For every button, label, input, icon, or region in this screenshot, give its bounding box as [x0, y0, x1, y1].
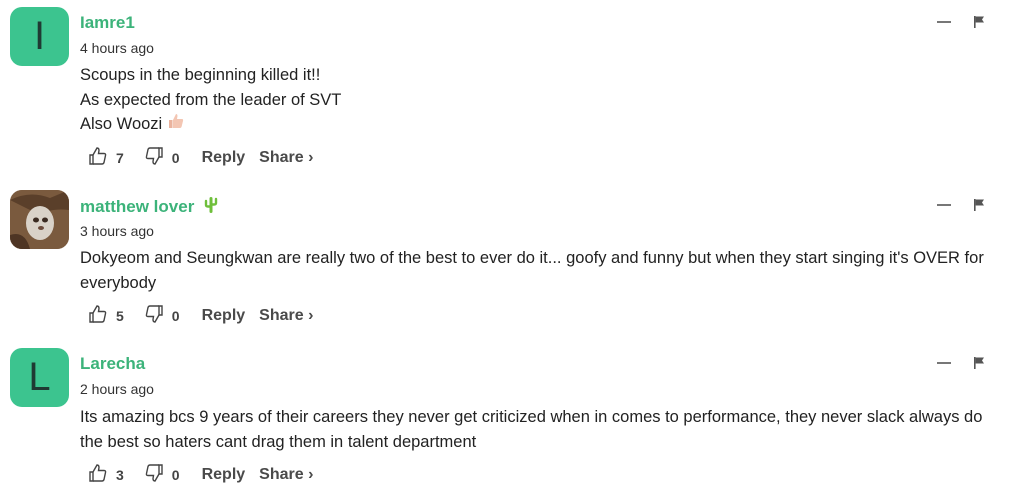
- dislike-count: 0: [171, 150, 180, 166]
- username[interactable]: matthew lover: [80, 196, 219, 219]
- like-button[interactable]: 3: [88, 463, 124, 487]
- dislike-button[interactable]: 0: [144, 463, 180, 487]
- cactus-icon: [203, 196, 219, 219]
- comment-controls: [937, 15, 985, 29]
- collapse-button[interactable]: [937, 204, 951, 206]
- username[interactable]: Iamre1: [80, 13, 135, 33]
- comment-controls: [937, 198, 985, 212]
- share-button[interactable]: Share ›: [259, 466, 313, 484]
- comment-line-with-emoji: Also Woozi: [80, 112, 1005, 138]
- share-button[interactable]: Share ›: [259, 307, 313, 325]
- flag-icon[interactable]: [973, 15, 985, 29]
- flag-icon[interactable]: [973, 198, 985, 212]
- username[interactable]: Larecha: [80, 354, 145, 374]
- comment-line: Scoups in the beginning killed it!!: [80, 66, 321, 84]
- like-count: 5: [116, 308, 124, 324]
- avatar[interactable]: I: [10, 7, 69, 66]
- thumbs-down-icon: [144, 463, 164, 487]
- timestamp: 4 hours ago: [80, 40, 154, 56]
- avatar-photo: [10, 190, 69, 249]
- avatar-letter: I: [33, 14, 46, 58]
- comment-line: Its amazing bcs 9 years of their careers…: [80, 408, 983, 451]
- thumbs-down-icon: [144, 146, 164, 170]
- timestamp: 2 hours ago: [80, 381, 154, 397]
- like-count: 3: [116, 467, 124, 483]
- comment-controls: [937, 356, 985, 370]
- reply-button[interactable]: Reply: [202, 466, 246, 484]
- collapse-button[interactable]: [937, 21, 951, 23]
- thumbs-up-icon: [88, 463, 108, 487]
- dislike-button[interactable]: 0: [144, 146, 180, 170]
- like-count: 7: [116, 150, 124, 166]
- comment-line: Also Woozi: [80, 115, 163, 134]
- comment-body: Its amazing bcs 9 years of their careers…: [80, 405, 1005, 454]
- comment-actions: 3 0 Reply Share ›: [88, 463, 313, 487]
- flag-icon[interactable]: [973, 356, 985, 370]
- comment-body: Dokyeom and Seungkwan are really two of …: [80, 246, 1005, 295]
- comment-actions: 7 0 Reply Share ›: [88, 146, 313, 170]
- dislike-count: 0: [171, 467, 180, 483]
- thumbs-up-icon: [88, 304, 108, 328]
- thumbs-down-icon: [144, 304, 164, 328]
- comment-line: Dokyeom and Seungkwan are really two of …: [80, 249, 984, 292]
- timestamp: 3 hours ago: [80, 223, 154, 239]
- comment-actions: 5 0 Reply Share ›: [88, 304, 313, 328]
- dislike-button[interactable]: 0: [144, 304, 180, 328]
- thumbs-up-icon: [88, 146, 108, 170]
- like-button[interactable]: 7: [88, 146, 124, 170]
- thumbs-up-light-skin-icon: [167, 112, 185, 138]
- avatar[interactable]: L: [10, 348, 69, 407]
- username-text: matthew lover: [80, 196, 195, 216]
- like-button[interactable]: 5: [88, 304, 124, 328]
- share-button[interactable]: Share ›: [259, 149, 313, 167]
- avatar-letter: L: [28, 355, 51, 399]
- avatar[interactable]: [10, 190, 69, 249]
- comment-line: As expected from the leader of SVT: [80, 90, 342, 109]
- comment-body: Scoups in the beginning killed it!! As e…: [80, 63, 1005, 138]
- dislike-count: 0: [171, 308, 180, 324]
- reply-button[interactable]: Reply: [202, 307, 246, 325]
- collapse-button[interactable]: [937, 362, 951, 364]
- reply-button[interactable]: Reply: [202, 149, 246, 167]
